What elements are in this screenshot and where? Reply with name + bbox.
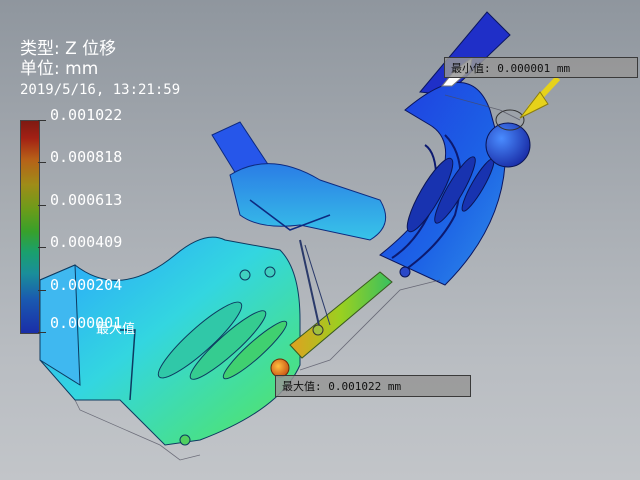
legend-tick [38,162,46,163]
color-legend-bar [20,120,40,334]
result-type-label: 类型: Z 位移 [20,39,117,59]
legend-value: 0.000613 [50,191,123,209]
middle-bridge-part [211,121,387,241]
result-timestamp: 2019/5/16, 13:21:59 [20,82,181,98]
legend-value: 0.000818 [50,148,123,166]
max-value-probe[interactable]: 最大值: 0.001022 mm [275,375,471,397]
legend-badge: 最大值 [96,322,136,337]
min-value-probe[interactable]: 最小值: 0.000001 mm [444,57,638,78]
lower-arm-part [39,236,301,446]
legend-value: 0.000409 [50,233,123,251]
legend-value-max: 0.001022 [50,106,123,124]
3d-viewport[interactable]: 类型: Z 位移 单位: mm 2019/5/16, 13:21:59 0.00… [0,0,640,480]
result-unit-label: 单位: mm [20,59,99,79]
legend-tick [38,205,46,206]
connecting-link [289,239,393,359]
legend-tick [38,290,46,291]
legend-tick [38,332,46,333]
legend-value: 0.000204 [50,276,123,294]
legend-tick [38,247,46,248]
legend-tick [38,120,46,121]
